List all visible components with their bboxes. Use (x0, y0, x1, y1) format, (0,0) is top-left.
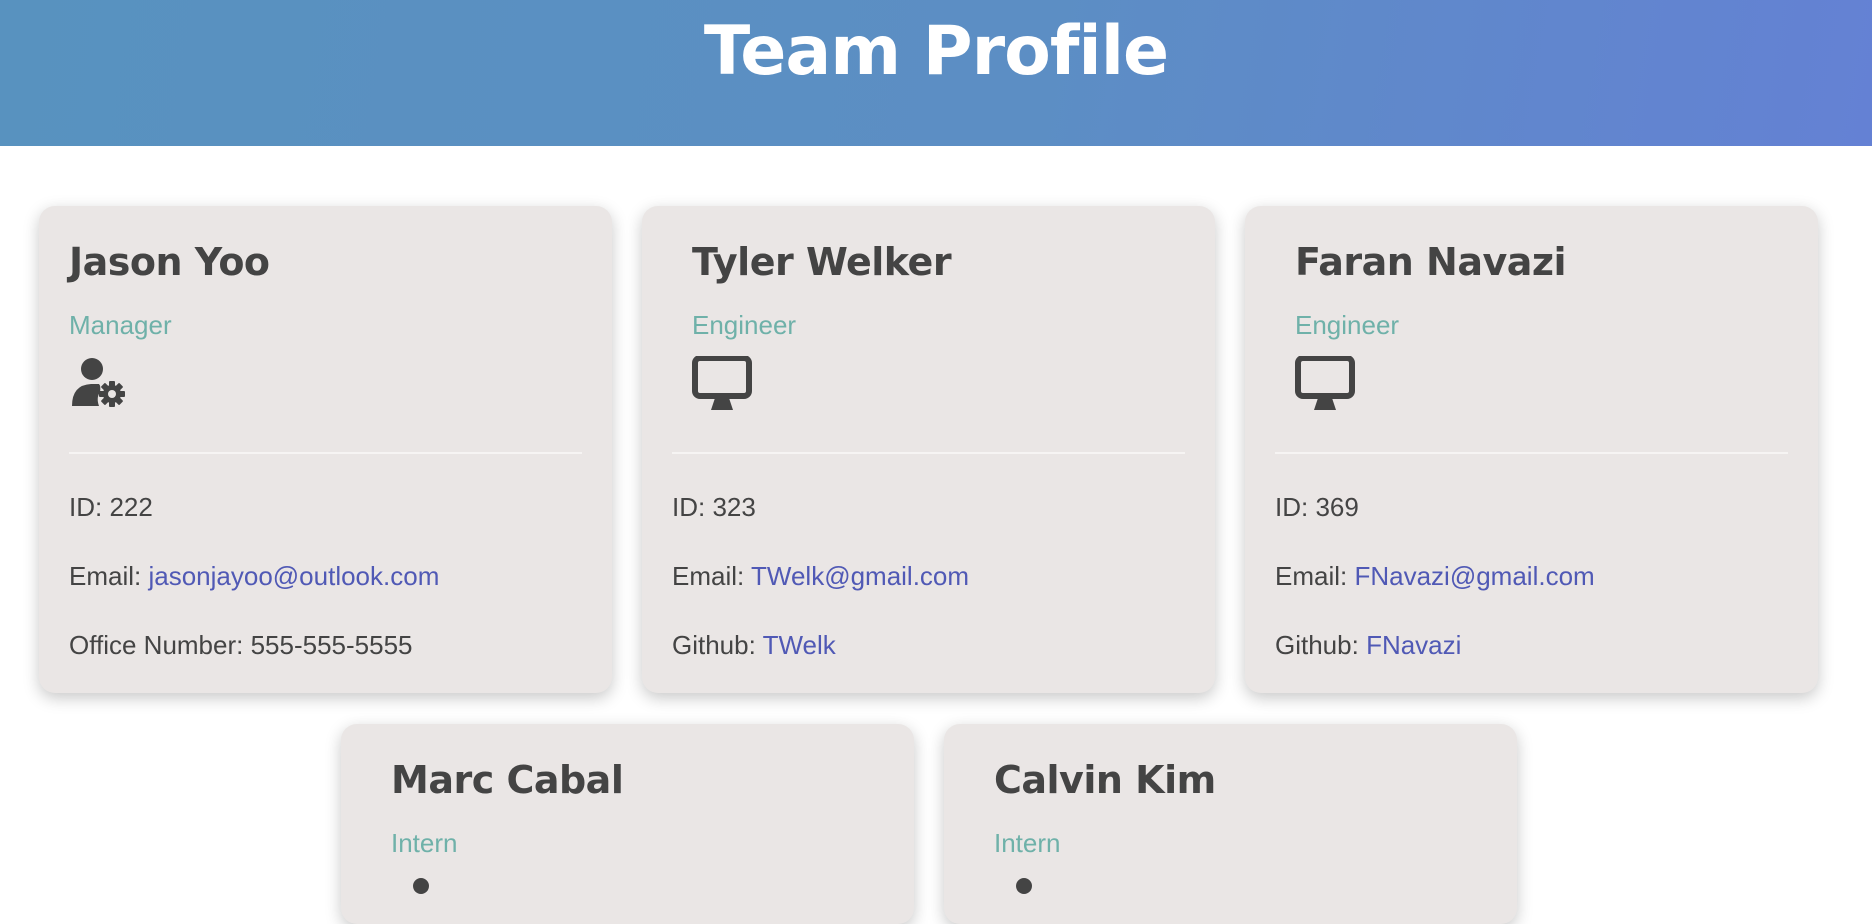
employee-role: Manager (69, 310, 172, 340)
email-link[interactable]: TWelk@gmail.com (751, 561, 969, 591)
employee-role: Intern (994, 828, 1061, 858)
email-link[interactable]: FNavazi@gmail.com (1354, 561, 1594, 591)
employee-card: Calvin Kim Intern (944, 724, 1517, 924)
desktop-icon (692, 355, 752, 417)
email-link[interactable]: jasonjayoo@outlook.com (148, 561, 439, 591)
github-link[interactable]: TWelk (763, 630, 836, 660)
employee-email: Email: FNavazi@gmail.com (1275, 561, 1595, 591)
employee-email: Email: jasonjayoo@outlook.com (69, 561, 440, 591)
github-link[interactable]: FNavazi (1366, 630, 1461, 660)
employee-card: Tyler Welker Engineer ID: 323 Email: TWe… (642, 206, 1215, 693)
graduate-icon (391, 874, 451, 899)
employee-github: Github: TWelk (672, 630, 836, 660)
employee-card: Jason Yoo Manager ID: 222 Email: jasonja… (39, 206, 612, 693)
page-title: Team Profile (703, 12, 1169, 91)
employee-id: ID: 323 (672, 492, 756, 522)
page-header: Team Profile (0, 0, 1872, 146)
employee-github: Github: FNavazi (1275, 630, 1462, 660)
employee-id: ID: 369 (1275, 492, 1359, 522)
employee-card: Marc Cabal Intern (341, 724, 914, 924)
employee-role: Engineer (1295, 310, 1400, 340)
card-divider (69, 452, 582, 454)
desktop-icon (1295, 355, 1355, 417)
employee-name: Marc Cabal (391, 758, 624, 802)
card-divider (672, 452, 1185, 454)
employee-name: Faran Navazi (1295, 240, 1567, 284)
card-divider (1275, 452, 1788, 454)
employee-office-number: Office Number: 555-555-5555 (69, 630, 413, 660)
employee-name: Calvin Kim (994, 758, 1216, 802)
employee-role: Engineer (692, 310, 797, 340)
employee-id: ID: 222 (69, 492, 153, 522)
graduate-icon (994, 874, 1054, 899)
employee-role: Intern (391, 828, 458, 858)
employee-name: Jason Yoo (69, 240, 270, 284)
employee-card: Faran Navazi Engineer ID: 369 Email: FNa… (1245, 206, 1818, 693)
employee-name: Tyler Welker (692, 240, 952, 284)
user-gear-icon (69, 356, 127, 413)
employee-email: Email: TWelk@gmail.com (672, 561, 970, 591)
